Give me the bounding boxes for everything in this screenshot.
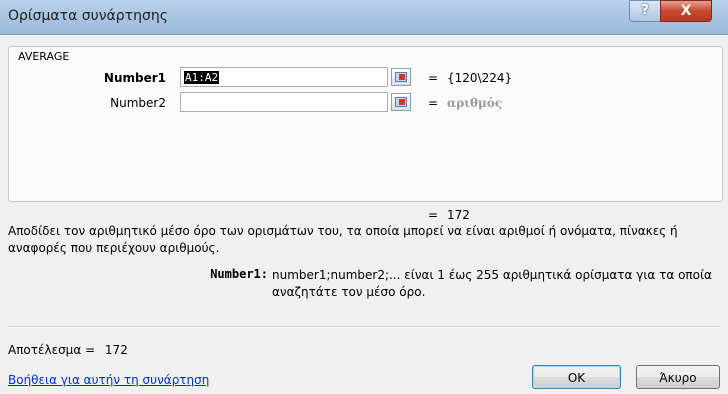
number1-input-value: A1:A2	[184, 71, 220, 84]
number2-equals: =	[428, 96, 439, 110]
window-title: Ορίσματα συνάρτησης	[8, 8, 168, 24]
arg-row-number2: Number2 = αριθμός	[0, 92, 728, 114]
result-preview-value: 172	[447, 208, 470, 222]
arg-help-name: Number1:	[210, 267, 268, 281]
formula-result-label: Αποτέλεσμα =	[8, 343, 96, 357]
result-preview-equals: =	[428, 208, 439, 222]
cancel-button[interactable]: Άκυρο	[636, 365, 720, 389]
help-link[interactable]: Βοήθεια για αυτήν τη συνάρτηση	[8, 373, 209, 387]
close-button[interactable]: X	[660, 0, 712, 22]
ok-button[interactable]: OK	[532, 365, 621, 389]
function-description: Αποδίδει τον αριθμητικό μέσο όρο των ορι…	[8, 224, 678, 255]
arg-row-number1: Number1 A1:A2 = {120\224}	[0, 67, 728, 89]
title-bar[interactable]: Ορίσματα συνάρτησης ? X	[0, 0, 728, 35]
help-button[interactable]: ?	[629, 0, 661, 22]
arg-label-number2: Number2	[110, 96, 166, 110]
number2-value: αριθμός	[447, 96, 503, 110]
divider	[8, 326, 721, 328]
function-name: AVERAGE	[18, 50, 70, 63]
number1-value: {120\224}	[447, 71, 513, 85]
arg-help-text: number1;number2;... είναι 1 έως 255 αριθ…	[272, 268, 712, 299]
number2-collapse-dialog-icon[interactable]	[391, 93, 411, 111]
number1-input[interactable]: A1:A2	[180, 67, 388, 87]
formula-result: Αποτέλεσμα = 172	[8, 343, 128, 357]
number1-equals: =	[428, 71, 439, 85]
arg-label-number1: Number1	[103, 71, 166, 85]
number2-input[interactable]	[180, 92, 388, 112]
number1-collapse-dialog-icon[interactable]	[391, 68, 411, 86]
formula-result-value: 172	[104, 343, 128, 357]
